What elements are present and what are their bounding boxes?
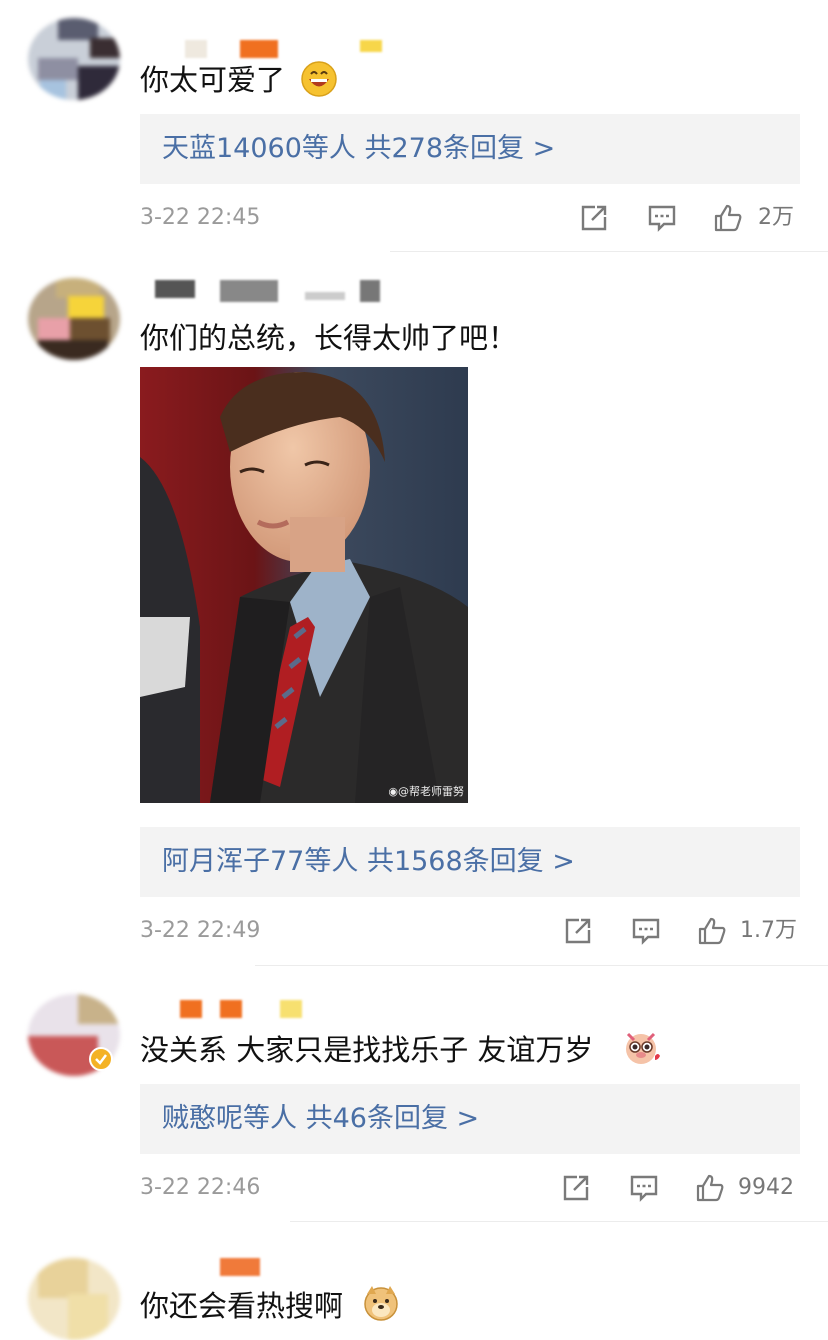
comment-text: 你太可爱了 [140,63,286,97]
username-blurred[interactable] [175,40,385,62]
comment-item: 你还会看热搜啊 [0,1222,828,1340]
comment-image[interactable]: ◉@帮老师雷努 [140,367,468,803]
comment-meta: 3-22 22:46 9942 [140,1170,800,1206]
like-icon[interactable] [712,202,744,234]
reply-summary[interactable]: 阿月浑子77等人 共1568条回复 > [140,827,800,897]
comment-icon[interactable] [628,1172,660,1204]
comment-text: 没关系 大家只是找找乐子 友谊万岁 [140,1033,594,1067]
username-blurred[interactable] [145,280,385,302]
share-icon[interactable] [560,1172,592,1204]
reply-summary[interactable]: 贼憨呢等人 共46条回复 > [140,1084,800,1154]
doge-icon [364,1286,398,1321]
comment-text: 你们的总统，长得太帅了吧！ [140,321,518,355]
timestamp: 3-22 22:45 [140,205,261,230]
weibo-icon: ◉ [388,785,398,798]
reply-summary-link[interactable]: 阿月浑子77等人 共1568条回复 > [162,827,575,897]
verified-badge-icon [89,1047,113,1071]
like-count: 2万 [758,205,794,230]
reply-summary[interactable]: 天蓝14060等人 共278条回复 > [140,114,800,184]
timestamp: 3-22 22:46 [140,1175,261,1200]
comment-icon[interactable] [630,915,662,947]
like-count: 9942 [738,1175,794,1200]
comment-item: 你太可爱了 天蓝14060等人 共278条回复 > 3-22 22:45 2万 [0,0,828,252]
timestamp: 3-22 22:49 [140,918,261,943]
like-count: 1.7万 [740,918,797,943]
avatar[interactable] [28,18,120,100]
comment-item: 你们的总统，长得太帅了吧！ ◉@帮老师雷努 阿月浑子77等人 共1568条回复 … [0,252,828,966]
comment-item: 没关系 大家只是找找乐子 友谊万岁 贼憨呢等人 共46条回复 > 3-22 22… [0,966,828,1222]
like-icon[interactable] [696,915,728,947]
like-icon[interactable] [694,1172,726,1204]
image-watermark: ◉@帮老师雷努 [388,785,464,798]
comment-meta: 3-22 22:45 2万 [140,200,800,236]
comment-meta: 3-22 22:49 1.7万 [140,913,800,949]
reply-summary-link[interactable]: 贼憨呢等人 共46条回复 > [162,1084,479,1154]
comment-text: 你还会看热搜啊 [140,1289,344,1323]
username-blurred[interactable] [175,1000,315,1022]
cute-pig-icon [626,1032,660,1064]
username-blurred[interactable] [200,1258,280,1280]
grinning-face-icon [301,61,337,97]
avatar[interactable] [28,278,120,360]
avatar[interactable] [28,1258,120,1340]
photo-of-man-in-suit [140,367,468,803]
share-icon[interactable] [578,202,610,234]
reply-summary-link[interactable]: 天蓝14060等人 共278条回复 > [162,114,555,184]
comment-icon[interactable] [646,202,678,234]
share-icon[interactable] [562,915,594,947]
